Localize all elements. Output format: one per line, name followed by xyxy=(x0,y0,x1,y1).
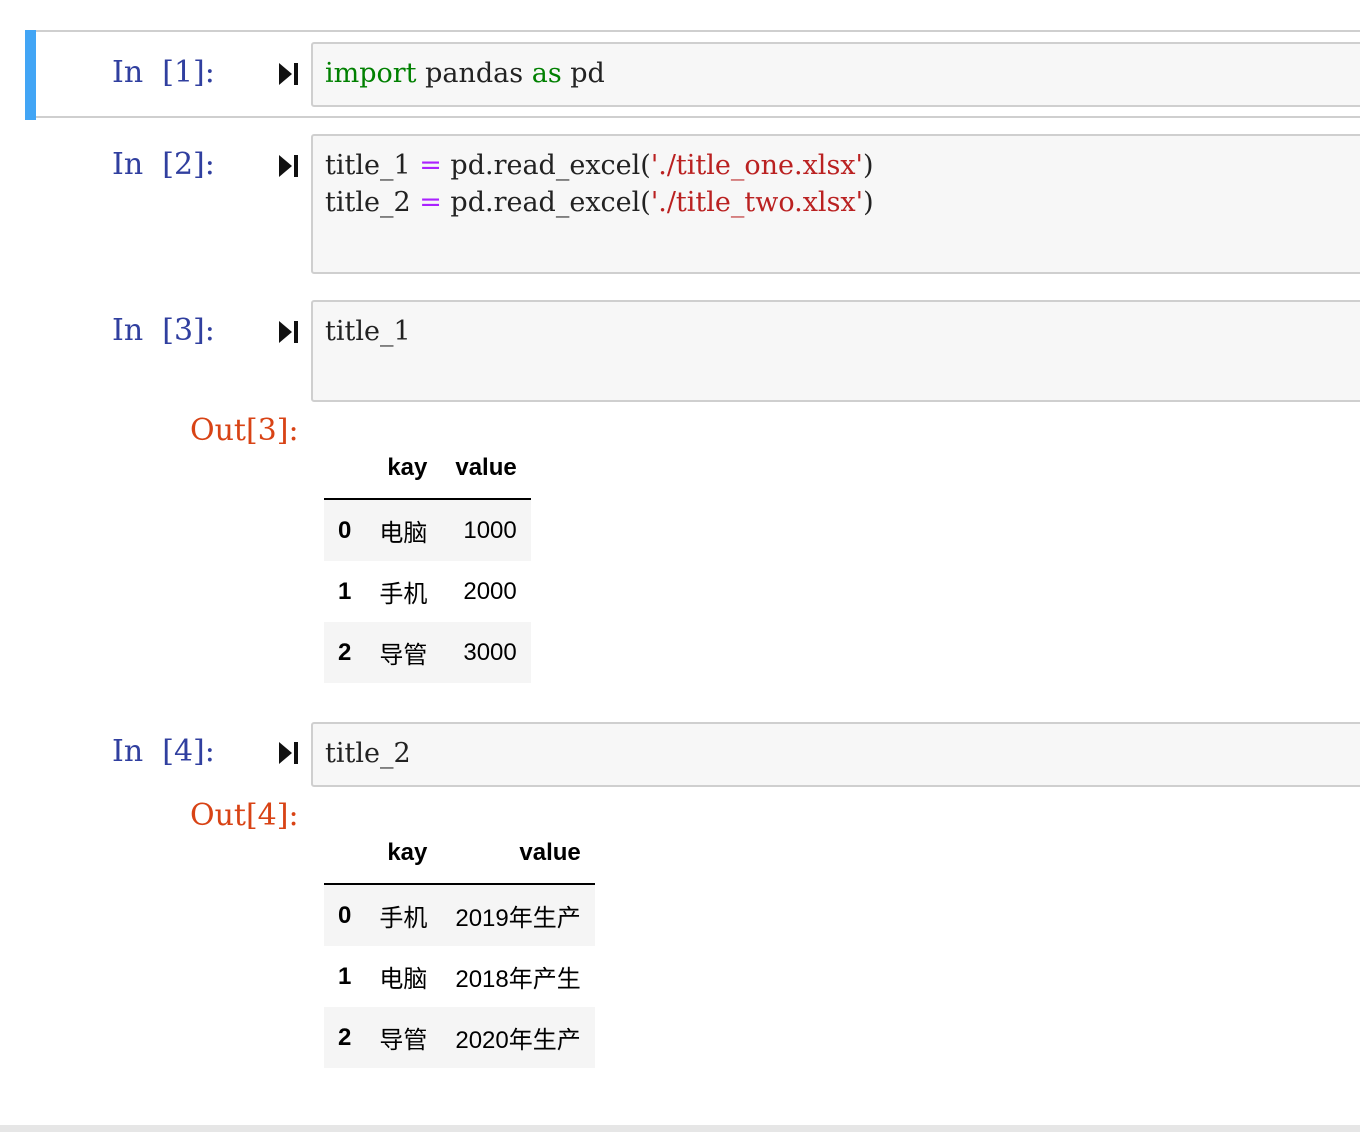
input-prompt: In [4]: xyxy=(112,734,215,769)
cell-value: 1000 xyxy=(463,516,517,544)
input-prompt: In [1]: xyxy=(112,55,215,90)
code-token: import xyxy=(325,58,417,89)
cell-value: 2018年产生 xyxy=(455,966,581,993)
code-token: title_2 xyxy=(325,738,411,769)
output-prompt: Out[4]: xyxy=(190,798,299,833)
code-line: title_2 xyxy=(325,738,411,769)
cell-value: 3000 xyxy=(463,638,517,666)
column-header-kay: kay xyxy=(365,438,442,500)
code-line: title_2 = pd.read_excel('./title_two.xls… xyxy=(325,187,874,218)
output-prompt: Out[3]: xyxy=(190,413,299,448)
cell-value: 2000 xyxy=(463,577,517,605)
table-row: 1 手机 2000 xyxy=(324,561,531,622)
code-editor[interactable]: import pandas as pd xyxy=(311,42,1360,107)
cell-kay: 导管 xyxy=(379,1027,428,1054)
code-token: ) xyxy=(863,187,874,218)
table-header-row: kay value xyxy=(324,823,595,885)
code-token: './title_two.xlsx' xyxy=(650,187,864,218)
input-prompt: In [3]: xyxy=(112,313,215,348)
run-cell-icon[interactable] xyxy=(277,153,301,179)
notebook: In [1]: import pandas as pd In [2]: titl… xyxy=(0,0,1360,1132)
code-line: title_1 xyxy=(325,316,411,347)
code-token: title_1 xyxy=(325,316,411,347)
cell-value: 2019年生产 xyxy=(455,905,581,932)
code-token: pd.read_excel( xyxy=(441,187,651,218)
row-index: 0 xyxy=(338,516,352,544)
row-index: 1 xyxy=(338,577,352,605)
code-editor[interactable]: title_1 xyxy=(311,300,1360,402)
code-token: title_1 xyxy=(325,150,420,181)
table-row: 1 电脑 2018年产生 xyxy=(324,946,595,1007)
code-editor[interactable]: title_2 xyxy=(311,722,1360,787)
run-cell-icon[interactable] xyxy=(277,319,301,345)
notebook-bottom-border xyxy=(0,1125,1360,1132)
code-token: pandas xyxy=(416,58,532,89)
cell-kay: 手机 xyxy=(379,581,428,608)
code-line: title_1 = pd.read_excel('./title_one.xls… xyxy=(325,150,874,181)
code-token: = xyxy=(419,187,442,218)
dataframe-output: kay value 0 手机 2019年生产 1 电脑 2018年产生 2 导管 xyxy=(324,823,595,1068)
code-token: './title_one.xlsx' xyxy=(650,150,863,181)
table-row: 2 导管 3000 xyxy=(324,622,531,683)
row-index: 1 xyxy=(338,962,352,990)
row-index: 0 xyxy=(338,901,352,929)
index-header xyxy=(324,823,366,885)
row-index: 2 xyxy=(338,638,352,666)
code-token: as xyxy=(531,58,562,89)
code-token: pd.read_excel( xyxy=(441,150,651,181)
column-header-value: value xyxy=(441,438,531,500)
table-row: 0 手机 2019年生产 xyxy=(324,884,595,946)
row-index: 2 xyxy=(338,1023,352,1051)
code-token: title_2 xyxy=(325,187,420,218)
column-header-kay: kay xyxy=(365,823,442,885)
input-prompt: In [2]: xyxy=(112,147,215,182)
column-header-value: value xyxy=(441,823,595,885)
code-token: = xyxy=(419,150,442,181)
cell-value: 2020年生产 xyxy=(455,1027,581,1054)
cell-kay: 导管 xyxy=(379,642,428,669)
index-header xyxy=(324,438,366,500)
selection-indicator xyxy=(25,30,36,120)
code-line: import pandas as pd xyxy=(325,58,605,89)
code-editor[interactable]: title_1 = pd.read_excel('./title_one.xls… xyxy=(311,134,1360,274)
cell-kay: 手机 xyxy=(379,905,428,932)
code-token: pd xyxy=(561,58,605,89)
cell-kay: 电脑 xyxy=(379,520,428,547)
table-row: 2 导管 2020年生产 xyxy=(324,1007,595,1068)
run-cell-icon[interactable] xyxy=(277,740,301,766)
table-row: 0 电脑 1000 xyxy=(324,499,531,561)
run-cell-icon[interactable] xyxy=(277,61,301,87)
cell-kay: 电脑 xyxy=(379,966,428,993)
table-header-row: kay value xyxy=(324,438,531,500)
code-token: ) xyxy=(862,150,874,181)
dataframe-output: kay value 0 电脑 1000 1 手机 2000 2 导管 3000 xyxy=(324,438,531,683)
